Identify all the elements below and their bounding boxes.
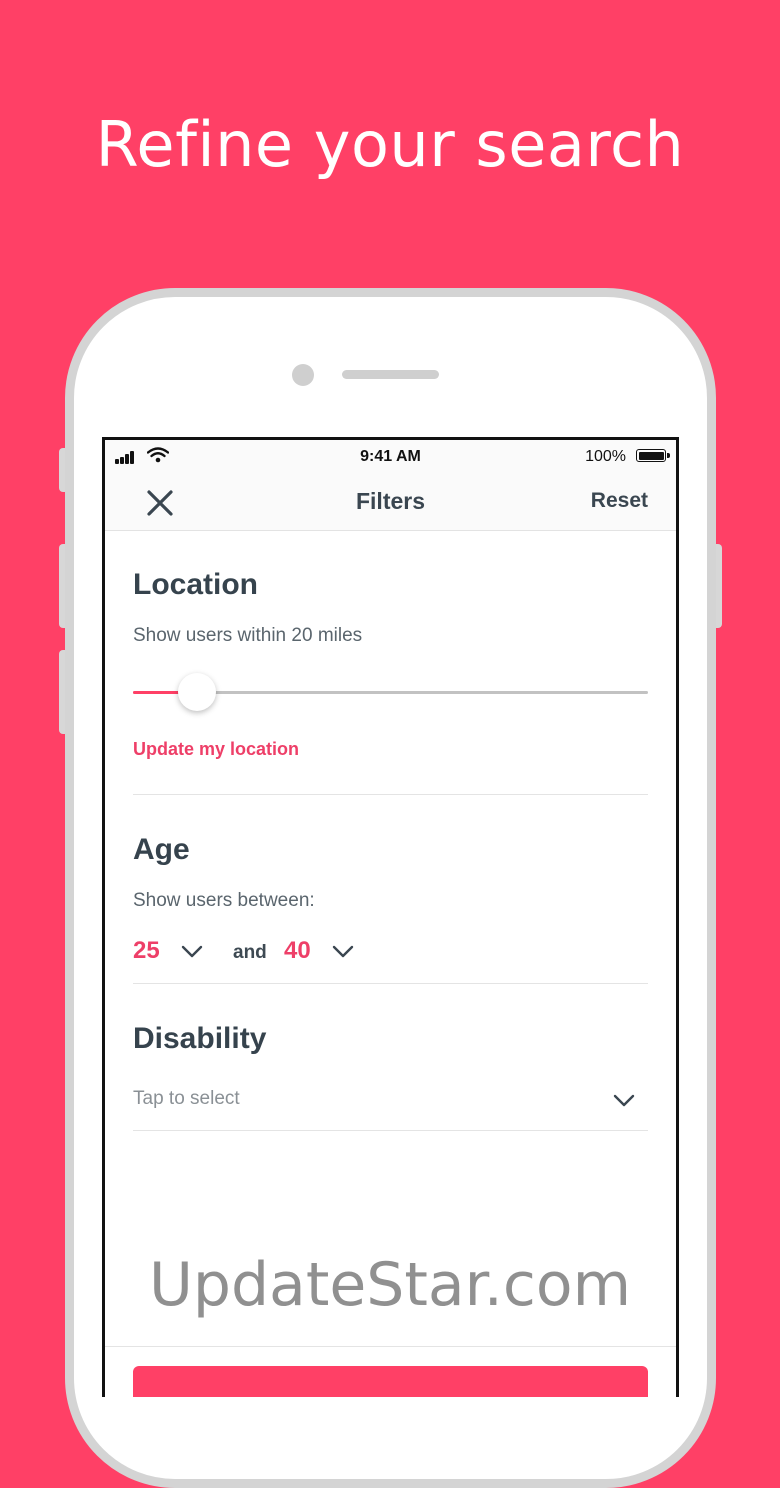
age-title: Age (133, 833, 190, 866)
status-bar: 9:41 AM 100% (105, 440, 676, 474)
section-divider (133, 794, 648, 795)
age-min-value: 25 (133, 937, 160, 964)
distance-slider-thumb[interactable] (178, 673, 216, 711)
section-divider (133, 983, 648, 984)
distance-slider[interactable] (133, 673, 648, 711)
footer-divider (105, 1346, 676, 1347)
page-headline: Refine your search (95, 108, 685, 181)
chevron-down-icon (613, 1094, 635, 1107)
disability-placeholder: Tap to select (133, 1088, 240, 1109)
reset-button[interactable]: Reset (591, 489, 648, 513)
watermark: UpdateStar.com (148, 1250, 632, 1320)
section-divider (133, 1130, 648, 1131)
battery-icon (636, 449, 670, 462)
chevron-down-icon (181, 945, 203, 958)
age-min-picker[interactable]: 25 (133, 935, 207, 969)
apply-filters-button[interactable] (133, 1366, 648, 1397)
nav-bar: Filters Reset (105, 474, 676, 531)
age-and-label: and (233, 942, 267, 963)
phone-speaker (342, 370, 439, 379)
phone-camera (292, 364, 314, 386)
chevron-down-icon (332, 945, 354, 958)
age-max-value: 40 (284, 937, 311, 964)
location-title: Location (133, 568, 258, 601)
age-subtitle: Show users between: (133, 890, 315, 911)
battery-percent: 100% (585, 448, 626, 465)
age-max-picker[interactable]: 40 (284, 935, 358, 969)
disability-select[interactable]: Tap to select (133, 1080, 648, 1130)
location-subtitle: Show users within 20 miles (133, 625, 363, 646)
update-location-link[interactable]: Update my location (133, 739, 299, 760)
disability-title: Disability (133, 1022, 267, 1055)
